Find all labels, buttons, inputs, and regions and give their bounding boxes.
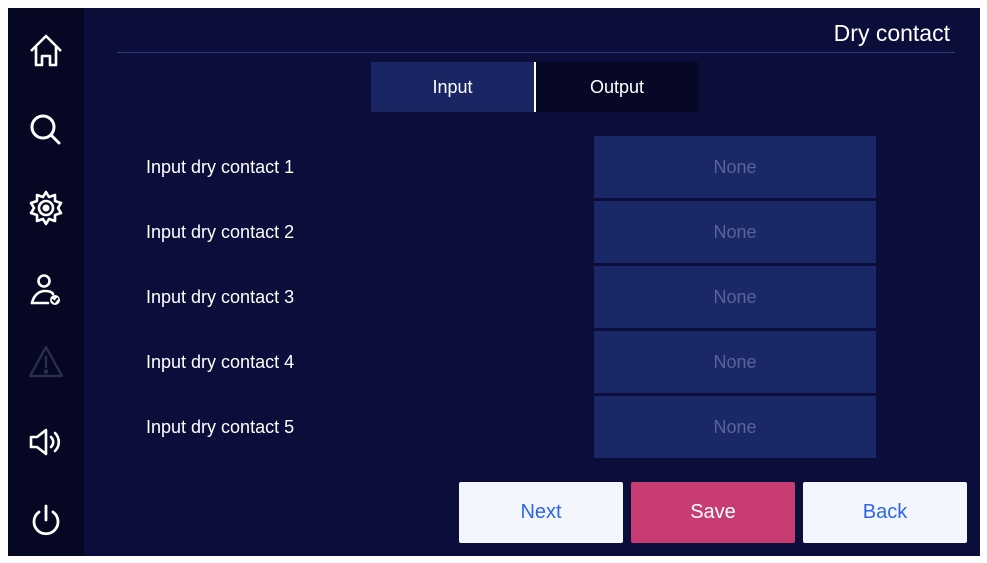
page-title: Dry contact — [833, 20, 950, 46]
dry-contact-label: Input dry contact 4 — [146, 352, 295, 372]
tab-bar: Input Output — [371, 62, 698, 112]
home-icon[interactable] — [22, 26, 70, 74]
dry-contact-row-2: Input dry contact 2 None — [84, 201, 980, 263]
tab-input[interactable]: Input — [371, 62, 534, 112]
main-panel: Dry contact Input Output Input dry conta… — [84, 8, 980, 556]
sidebar — [8, 8, 84, 556]
back-button[interactable]: Back — [803, 482, 967, 543]
dry-contact-label: Input dry contact 5 — [146, 417, 295, 437]
dry-contact-row-4: Input dry contact 4 None — [84, 331, 980, 393]
gear-icon[interactable] — [22, 184, 70, 232]
dry-contact-value-field[interactable]: None — [594, 136, 876, 198]
dry-contact-row-3: Input dry contact 3 None — [84, 266, 980, 328]
screen: Dry contact Input Output Input dry conta… — [8, 8, 980, 556]
search-icon[interactable] — [22, 106, 70, 154]
tab-output[interactable]: Output — [536, 62, 698, 112]
dry-contact-label: Input dry contact 1 — [146, 157, 295, 177]
save-button[interactable]: Save — [631, 482, 795, 543]
title-divider — [117, 52, 955, 53]
dry-contact-row-1: Input dry contact 1 None — [84, 136, 980, 198]
dry-contact-label: Input dry contact 3 — [146, 287, 295, 307]
warning-icon[interactable] — [22, 338, 70, 386]
dry-contact-value-field[interactable]: None — [594, 201, 876, 263]
dry-contact-value-field[interactable]: None — [594, 396, 876, 458]
dry-contact-value-field[interactable]: None — [594, 331, 876, 393]
dry-contact-label: Input dry contact 2 — [146, 222, 295, 242]
user-check-icon[interactable] — [22, 266, 70, 314]
power-icon[interactable] — [22, 498, 70, 546]
dry-contact-row-5: Input dry contact 5 None — [84, 396, 980, 458]
next-button[interactable]: Next — [459, 482, 623, 543]
speaker-icon[interactable] — [22, 418, 70, 466]
dry-contact-value-field[interactable]: None — [594, 266, 876, 328]
